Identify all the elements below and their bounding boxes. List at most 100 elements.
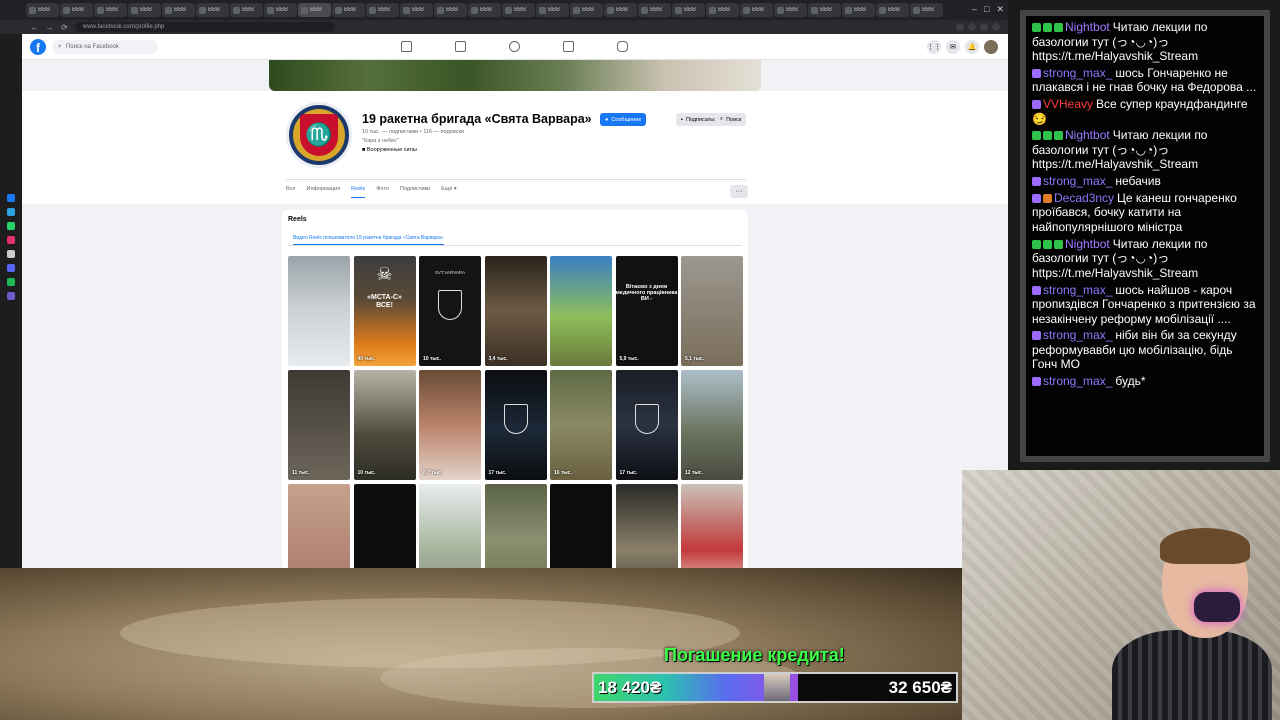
telegram-icon[interactable] bbox=[7, 208, 15, 216]
browser-tab[interactable]: ВВВ bbox=[706, 3, 739, 17]
reel-thumbnail[interactable]: 17 тыс. bbox=[484, 370, 547, 480]
messenger-icon[interactable] bbox=[7, 194, 15, 202]
reel-thumbnail[interactable]: ☠ «МСТА-С» ВСЕ! 40 тыс. bbox=[353, 256, 416, 366]
reel-thumbnail[interactable] bbox=[288, 484, 350, 568]
search-input[interactable]: ⌕ Поиск на Facebook bbox=[52, 40, 158, 54]
reel-thumbnail[interactable]: 3,4 тыс. bbox=[484, 256, 547, 366]
browser-tab[interactable]: ВВВ bbox=[876, 3, 909, 17]
browser-tab[interactable]: ВВВ bbox=[842, 3, 875, 17]
browser-tab[interactable]: ВВВ bbox=[264, 3, 297, 17]
whatsapp-icon[interactable] bbox=[7, 222, 15, 230]
chat-username[interactable]: strong_max_ bbox=[1043, 328, 1112, 342]
browser-tab[interactable]: ВВВ bbox=[604, 3, 637, 17]
home-icon[interactable] bbox=[401, 41, 412, 52]
forward-icon[interactable]: → bbox=[45, 23, 54, 32]
minimize-icon[interactable]: – bbox=[972, 4, 977, 15]
reel-thumbnail[interactable]: 5,1 тыс. bbox=[681, 256, 743, 366]
reel-thumbnail[interactable]: Вітаємо з днем медичного працівника ВИ -… bbox=[615, 256, 678, 366]
browser-tab[interactable]: ВВВ bbox=[468, 3, 501, 17]
spotify-icon[interactable] bbox=[7, 278, 15, 286]
facebook-logo-icon[interactable]: f bbox=[30, 39, 46, 55]
tab-5[interactable]: Ещё ▾ bbox=[441, 186, 457, 198]
browser-tab[interactable]: ВВВ bbox=[60, 3, 93, 17]
browser-tab[interactable]: ВВВ bbox=[536, 3, 569, 17]
maximize-icon[interactable]: □ bbox=[984, 4, 989, 15]
extension-icon[interactable] bbox=[968, 23, 976, 31]
profile-icon[interactable] bbox=[992, 23, 1000, 31]
reel-thumbnail[interactable]: 10 тыс. bbox=[353, 370, 416, 480]
reels-subtab[interactable]: Видео Reels пользователя 19 ракетна бриг… bbox=[293, 235, 444, 245]
browser-tab[interactable]: ВВВ bbox=[434, 3, 467, 17]
tab-0[interactable]: Все bbox=[286, 186, 295, 198]
chat-username[interactable]: strong_max_ bbox=[1043, 283, 1112, 297]
notifications-icon[interactable]: 🔔 bbox=[965, 40, 979, 54]
tab-1[interactable]: Информация bbox=[306, 186, 340, 198]
reel-thumbnail[interactable]: SVT.VARVARA 10 тыс. bbox=[419, 256, 481, 366]
follower-stats[interactable]: 10 тыс. — подписчики • 116 — подписки bbox=[362, 129, 464, 135]
browser-tab[interactable]: ВВВ bbox=[774, 3, 807, 17]
browser-tab[interactable]: ВВВ bbox=[298, 3, 331, 17]
profile-search-button[interactable]: ⌕ Поиск bbox=[715, 113, 747, 126]
reel-thumbnail[interactable]: 11 тыс. bbox=[288, 370, 350, 480]
extension-icon[interactable] bbox=[980, 23, 988, 31]
tab-3[interactable]: Фото bbox=[376, 186, 389, 198]
browser-tab[interactable]: ВВВ bbox=[400, 3, 433, 17]
reel-thumbnail[interactable] bbox=[353, 484, 416, 568]
groups-icon[interactable] bbox=[509, 41, 520, 52]
browser-tab[interactable]: ВВВ bbox=[740, 3, 773, 17]
chat-username[interactable]: strong_max_ bbox=[1043, 174, 1112, 188]
cover-photo[interactable] bbox=[269, 60, 761, 91]
browser-tab[interactable]: ВВВ bbox=[910, 3, 943, 17]
browser-tab[interactable]: ВВВ bbox=[230, 3, 263, 17]
browser-tab[interactable]: ВВВ bbox=[162, 3, 195, 17]
chat-username[interactable]: Decad3ncy bbox=[1054, 191, 1114, 205]
reel-thumbnail[interactable] bbox=[419, 484, 481, 568]
app-icon[interactable] bbox=[7, 292, 15, 300]
chat-username[interactable]: Nightbot bbox=[1065, 128, 1110, 142]
reel-thumbnail[interactable] bbox=[550, 256, 612, 366]
marketplace-icon[interactable] bbox=[563, 41, 574, 52]
reel-thumbnail[interactable] bbox=[615, 484, 678, 568]
browser-tab[interactable]: ВВВ bbox=[26, 3, 59, 17]
back-icon[interactable]: ← bbox=[30, 23, 39, 32]
chat-username[interactable]: Nightbot bbox=[1065, 237, 1110, 251]
tab-4[interactable]: Подписчики bbox=[400, 186, 430, 198]
chat-username[interactable]: strong_max_ bbox=[1043, 66, 1112, 80]
more-options-button[interactable]: ··· bbox=[730, 185, 748, 198]
browser-tab[interactable]: ВВВ bbox=[502, 3, 535, 17]
avatar[interactable] bbox=[984, 40, 998, 54]
chat-username[interactable]: Nightbot bbox=[1065, 20, 1110, 34]
reel-thumbnail[interactable] bbox=[288, 256, 350, 366]
browser-tab[interactable]: ВВВ bbox=[366, 3, 399, 17]
x-icon[interactable] bbox=[7, 250, 15, 258]
browser-tab[interactable]: ВВВ bbox=[672, 3, 705, 17]
reel-thumbnail[interactable]: 12 тыс. bbox=[681, 370, 743, 480]
reel-thumbnail[interactable]: 8,7 тыс. bbox=[419, 370, 481, 480]
extension-icon[interactable] bbox=[956, 23, 964, 31]
address-bar[interactable]: www.facebook.com/profile.php bbox=[75, 22, 335, 32]
reel-thumbnail[interactable]: 17 тыс. bbox=[615, 370, 678, 480]
instagram-icon[interactable] bbox=[7, 236, 15, 244]
browser-tab[interactable]: ВВВ bbox=[196, 3, 229, 17]
browser-tab[interactable]: ВВВ bbox=[128, 3, 161, 17]
messenger-icon[interactable]: ✉ bbox=[946, 40, 960, 54]
gaming-icon[interactable] bbox=[617, 41, 628, 52]
reload-icon[interactable]: ⟳ bbox=[60, 23, 69, 32]
discord-icon[interactable] bbox=[7, 264, 15, 272]
browser-tab[interactable]: ВВВ bbox=[332, 3, 365, 17]
browser-tab[interactable]: ВВВ bbox=[638, 3, 671, 17]
tab-2[interactable]: Reels bbox=[351, 186, 366, 198]
reel-thumbnail[interactable] bbox=[484, 484, 547, 568]
browser-tab[interactable]: ВВВ bbox=[570, 3, 603, 17]
profile-avatar[interactable]: ♏ bbox=[286, 102, 352, 168]
reel-thumbnail[interactable]: 16 тыс. bbox=[550, 370, 612, 480]
chat-username[interactable]: strong_max_ bbox=[1043, 374, 1112, 388]
close-icon[interactable]: ✕ bbox=[996, 4, 1004, 15]
browser-tab[interactable]: ВВВ bbox=[808, 3, 841, 17]
video-icon[interactable] bbox=[455, 41, 466, 52]
menu-icon[interactable]: ⋮⋮ bbox=[927, 40, 941, 54]
reel-thumbnail[interactable] bbox=[550, 484, 612, 568]
message-button[interactable]: ● Сообщение bbox=[600, 113, 647, 126]
chat-username[interactable]: VVHeavy bbox=[1043, 97, 1093, 111]
reel-thumbnail[interactable] bbox=[681, 484, 743, 568]
